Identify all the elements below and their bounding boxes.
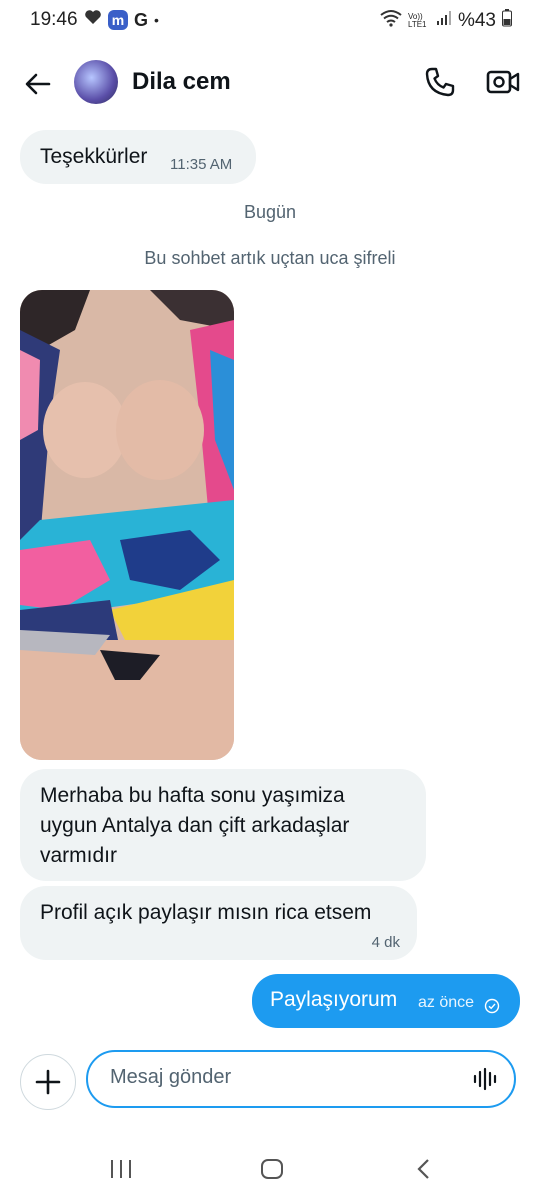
status-bar: 19:46 m G • Vo)) LTE1 %43 <box>0 0 540 40</box>
encryption-notice[interactable]: Bu sohbet artık uçtan uca şifreli <box>0 248 540 269</box>
status-dot: • <box>154 12 159 28</box>
message-text: Profil açık paylaşır mısın rica etsem <box>40 901 372 924</box>
message-line: varmıdır <box>40 844 118 867</box>
add-media-button[interactable] <box>20 1054 76 1110</box>
status-right-icons: Vo)) LTE1 %43 <box>380 9 512 33</box>
phone-icon[interactable] <box>424 66 456 98</box>
message-bubble-received[interactable]: Teşekkürler 11:35 AM <box>20 130 256 184</box>
message-line: uygun Antalya dan çift arkadaşlar <box>40 814 350 837</box>
voice-message-icon[interactable] <box>472 1066 498 1092</box>
battery-icon <box>502 9 512 33</box>
heart-icon <box>84 9 102 31</box>
message-bubble-received[interactable]: Merhaba bu hafta sonu yaşımiza uygun Ant… <box>20 769 426 881</box>
message-bubble-received[interactable]: Profil açık paylaşır mısın rica etsem 4 … <box>20 886 417 960</box>
chat-header: Dila cem <box>0 48 540 118</box>
status-time: 19:46 <box>30 9 78 30</box>
battery-percent: %43 <box>457 10 496 31</box>
wifi-icon <box>380 9 402 33</box>
plus-icon <box>35 1069 61 1095</box>
signal-icon <box>436 10 452 32</box>
date-separator: Bugün <box>243 202 297 222</box>
app-m-icon: m <box>108 10 128 30</box>
message-text: Teşekkürler <box>40 145 148 168</box>
message-text: Paylaşıyorum <box>270 988 398 1011</box>
message-time: az önce <box>418 994 475 1011</box>
system-navigation-bar <box>0 1140 540 1199</box>
avatar[interactable] <box>74 60 118 104</box>
back-nav-icon[interactable] <box>414 1158 434 1185</box>
message-text: Merhaba bu hafta sonu yaşımiza uygun Ant… <box>40 781 349 871</box>
photo-content <box>20 290 234 760</box>
google-icon: G <box>134 9 149 30</box>
message-line: Merhaba bu hafta sonu yaşımiza <box>40 784 345 807</box>
sent-check-icon <box>484 996 500 1020</box>
status-left-icons: m G • <box>84 9 159 31</box>
message-input[interactable] <box>108 1065 452 1090</box>
home-icon[interactable] <box>260 1158 284 1185</box>
back-arrow-icon[interactable] <box>22 68 54 100</box>
volte-label: Vo)) LTE1 <box>407 12 427 29</box>
message-time: 11:35 AM <box>170 156 233 173</box>
message-input-box[interactable] <box>86 1050 516 1108</box>
recent-apps-icon[interactable] <box>108 1158 134 1185</box>
message-time: 4 dk <box>371 934 400 951</box>
message-bubble-sent[interactable]: Paylaşıyorum az önce <box>252 974 520 1028</box>
message-composer <box>0 1050 540 1112</box>
video-call-icon[interactable] <box>486 66 520 98</box>
page-title[interactable]: Dila cem <box>132 68 231 96</box>
shared-photo[interactable] <box>20 290 234 760</box>
